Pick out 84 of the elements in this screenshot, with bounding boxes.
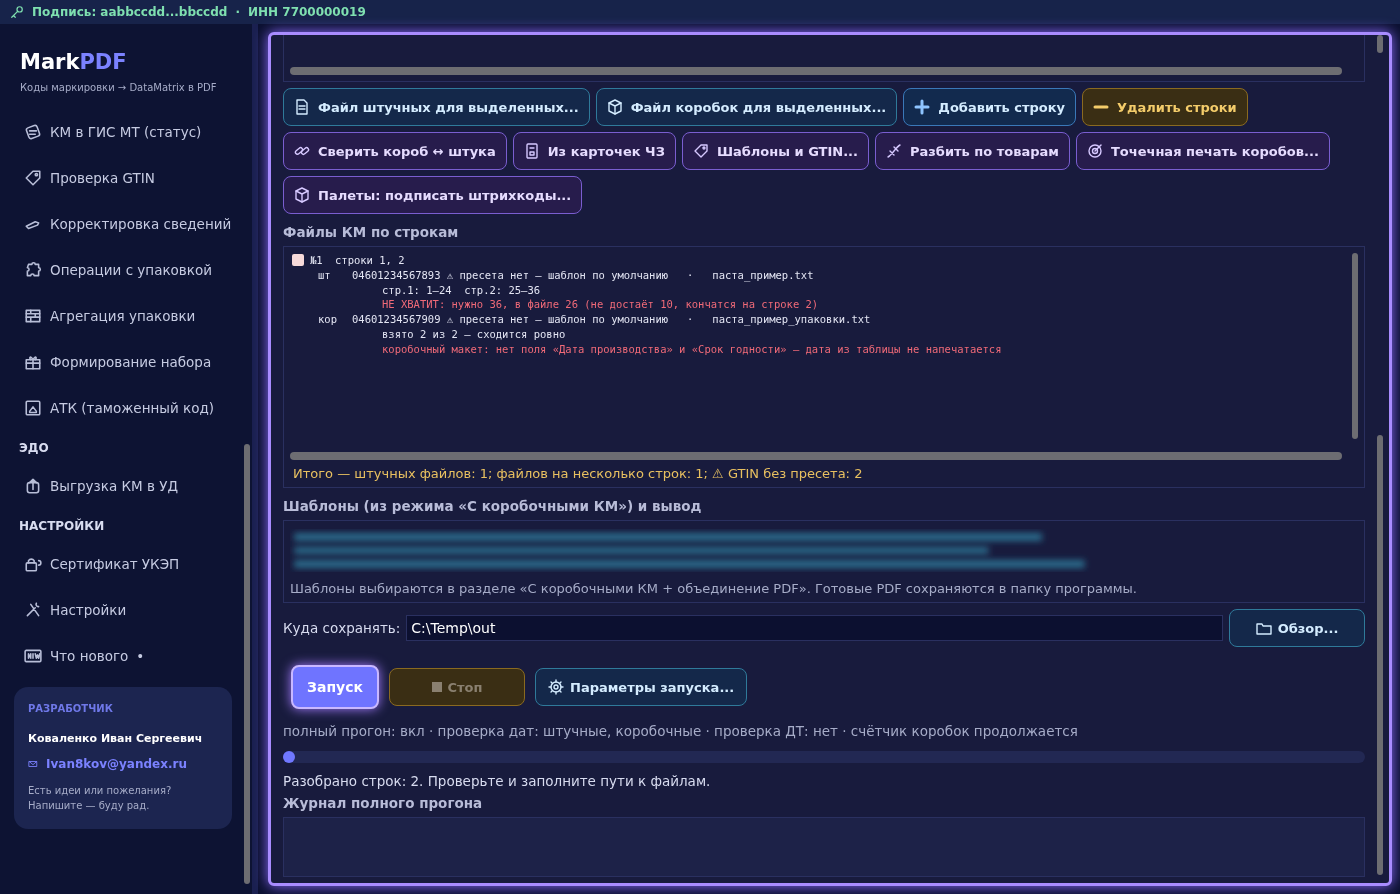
sidebar-item[interactable]: Что нового bbox=[50, 648, 129, 664]
sidebar-item[interactable]: Операции с упаковкой bbox=[50, 262, 212, 278]
settings-button[interactable]: Параметры запуска... bbox=[535, 668, 748, 706]
toolbar-button[interactable]: Точечная печать коробов... bbox=[1075, 132, 1330, 170]
card-icon bbox=[523, 143, 540, 159]
panel-title: Журнал полного прогона bbox=[283, 795, 484, 811]
toolbar-button[interactable]: Удалить строки bbox=[1082, 88, 1248, 126]
run-button[interactable]: Запуск bbox=[291, 665, 379, 709]
key-icon bbox=[10, 5, 24, 19]
sidebar-item[interactable]: КМ в ГИС МТ (статус) bbox=[50, 124, 202, 140]
kind-tag: шт bbox=[292, 267, 352, 283]
section-title: ЭДО bbox=[19, 441, 50, 455]
separator-dot: · bbox=[235, 5, 240, 19]
scrollbar[interactable] bbox=[1352, 253, 1358, 439]
box-icon bbox=[294, 187, 310, 203]
run-summary: полный прогон: вкл · проверка дат: штучные, коробочные · проверка ДТ: нет · счётчик коробок продолжается bbox=[283, 723, 1079, 739]
new-dot: • bbox=[136, 648, 145, 664]
scanner-icon bbox=[24, 123, 42, 141]
field-label: Куда сохранять: bbox=[283, 620, 401, 636]
sidebar-item[interactable]: Агрегация упаковки bbox=[50, 308, 196, 324]
gift-icon bbox=[24, 353, 42, 371]
document-icon bbox=[294, 99, 310, 115]
upload-icon bbox=[24, 477, 42, 495]
sidebar-item[interactable]: Сертификат УКЭП bbox=[50, 556, 180, 572]
lock-icon bbox=[24, 555, 42, 573]
scrollbar[interactable] bbox=[290, 452, 1342, 460]
inn-text: ИНН 7700000019 bbox=[247, 5, 366, 19]
browse-button[interactable]: Обзор... bbox=[1229, 609, 1365, 647]
mail-icon bbox=[28, 759, 38, 769]
log-line: стр.1: 1–24 стр.2: 25–36 bbox=[382, 283, 541, 296]
split-icon bbox=[886, 143, 902, 159]
tools-icon bbox=[24, 601, 42, 619]
gear-icon bbox=[548, 679, 564, 695]
new-icon bbox=[24, 647, 42, 665]
target-icon bbox=[1086, 143, 1103, 159]
scrollbar[interactable] bbox=[1377, 435, 1383, 875]
kind-tag: кор bbox=[292, 312, 352, 327]
checkbox[interactable] bbox=[292, 254, 304, 267]
toolbar-button[interactable]: Файл коробок для выделенных... bbox=[595, 88, 898, 126]
log-line: 04601234567909 ⚠ пресета нет — шаблон по умолчанию · паста_пример_упаковки.txt bbox=[352, 313, 871, 326]
entry-number: №1 bbox=[310, 253, 323, 268]
log-line: коробочный макет: нет поля «Дата производства» и «Срок годности» — дата из таблицы не напечатается bbox=[382, 342, 1002, 355]
sidebar-item[interactable]: Настройки bbox=[50, 602, 127, 618]
toolbar-button[interactable]: Разбить по товарам bbox=[875, 132, 1070, 170]
toolbar-button[interactable]: Добавить строку bbox=[903, 88, 1077, 126]
box-icon bbox=[606, 99, 623, 115]
toolbar-button[interactable]: Сверить короб ↔ штука bbox=[283, 132, 507, 170]
hint-text: Шаблоны выбираются в разделе «С коробочными КМ + объединение PDF». Готовые PDF сохраняются в папку программы. bbox=[290, 581, 1138, 596]
toolbar-button[interactable]: Из карточек ЧЗ bbox=[512, 132, 676, 170]
plus-icon bbox=[914, 99, 931, 115]
document-icon bbox=[24, 399, 42, 417]
sidebar-item[interactable]: Формирование набора bbox=[50, 354, 212, 370]
entry-rows: строки 1, 2 bbox=[328, 253, 405, 268]
log-line: НЕ ХВАТИТ: нужно 36, в файле 26 (не достаёт 10, кончатся на строке 2) bbox=[382, 298, 819, 311]
log-line: взято 2 из 2 — сходится ровно bbox=[382, 328, 566, 340]
panel-title: Шаблоны (из режима «С коробочными КМ») и вывод bbox=[283, 498, 703, 514]
sidebar-item[interactable]: Корректировка сведений bbox=[50, 216, 232, 232]
sidebar-item[interactable]: АТК (таможенный код) bbox=[50, 400, 215, 416]
card-title: РАЗРАБОТЧИК bbox=[28, 703, 114, 714]
tag-icon bbox=[24, 169, 42, 187]
sidebar-item[interactable]: Выгрузка КМ в УД bbox=[50, 478, 178, 494]
path-field[interactable]: C:\Temp\out bbox=[406, 615, 1223, 641]
bricks-icon bbox=[24, 307, 42, 325]
developer-name: Коваленко Иван Сергеевич bbox=[28, 732, 204, 745]
log-line: 04601234567893 ⚠ пресета нет — шаблон по умолчанию · паста_пример.txt bbox=[352, 268, 814, 281]
section-title: НАСТРОЙКИ bbox=[19, 519, 106, 533]
tag-icon bbox=[692, 143, 709, 159]
email-link[interactable]: Ivan8kov@yandex.ru bbox=[46, 757, 187, 771]
puzzle-icon bbox=[24, 261, 42, 279]
toolbar-button[interactable]: Палеты: подписать штрихкоды... bbox=[283, 176, 583, 214]
scrollbar[interactable] bbox=[1377, 35, 1383, 53]
signature-text: Подпись: aabbccdd...bbccdd bbox=[32, 5, 228, 19]
folder-icon bbox=[1255, 620, 1272, 636]
app-logo: MarkPDF bbox=[20, 50, 128, 74]
scrollbar[interactable] bbox=[290, 67, 1342, 75]
app-subtitle: Коды маркировки → DataMatrix в PDF bbox=[20, 82, 218, 93]
toolbar-button[interactable]: Файл штучных для выделенных... bbox=[283, 88, 590, 126]
summary-text: Итого — штучных файлов: 1; файлов на несколько строк: 1; ⚠ GTIN без пресета: 2 bbox=[292, 465, 864, 483]
scrollbar[interactable] bbox=[244, 444, 250, 884]
developer-note: Есть идеи или пожелания? Напишите — буду рад. bbox=[28, 784, 173, 813]
panel-title: Файлы КМ по строкам bbox=[283, 224, 460, 240]
status-text: Разобрано строк: 2. Проверьте и заполните пути к файлам. bbox=[283, 773, 712, 789]
sidebar-item[interactable]: Проверка GTIN bbox=[50, 170, 155, 186]
toolbar-button[interactable]: Шаблоны и GTIN... bbox=[681, 132, 869, 170]
